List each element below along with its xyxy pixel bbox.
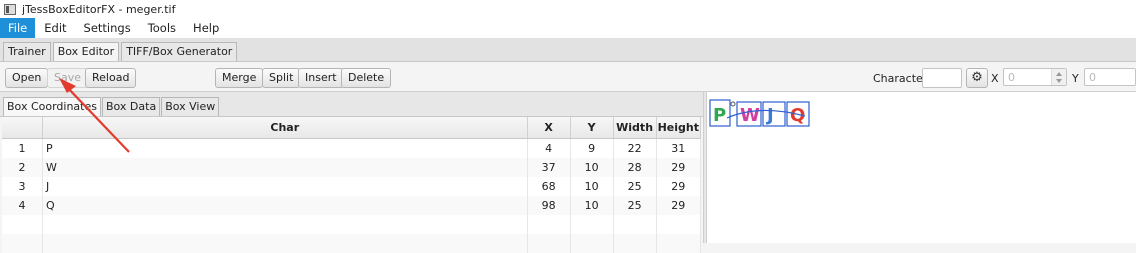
header-x[interactable]: X (527, 117, 571, 139)
preview-letter: J (765, 105, 774, 126)
cell-x[interactable]: 4 (527, 138, 571, 158)
menu-settings[interactable]: Settings (76, 18, 139, 38)
row-number: 2 (2, 158, 43, 177)
cell-x[interactable]: 68 (527, 177, 571, 196)
x-spinner-arrows[interactable] (1051, 69, 1066, 85)
x-value: 0 (1008, 71, 1015, 84)
cell-y[interactable]: 10 (570, 158, 614, 177)
cell-x[interactable]: 37 (527, 158, 571, 177)
x-label: X (991, 72, 999, 85)
tab-box-coordinates[interactable]: Box Coordinates (3, 97, 101, 116)
window-title: jTessBoxEditorFX - meger.tif (22, 2, 176, 16)
row-number: 1 (2, 138, 43, 158)
merge-button[interactable]: Merge (215, 68, 264, 88)
header-height[interactable]: Height (656, 117, 702, 139)
row-number: 3 (2, 177, 43, 196)
preview-letter: W (740, 105, 760, 126)
cell-char[interactable]: J (42, 177, 528, 196)
table-row[interactable]: 2 W 37 10 28 29 (2, 158, 702, 177)
image-view-pane: P W J Q (707, 92, 1136, 243)
cell-x[interactable]: 98 (527, 196, 571, 215)
cell-width[interactable]: 25 (613, 196, 657, 215)
y-value: 0 (1089, 71, 1096, 84)
app-icon (4, 3, 16, 15)
character-label: Character (873, 72, 928, 85)
y-label: Y (1072, 72, 1079, 85)
main-tab-bar: Trainer Box Editor TIFF/Box Generator (0, 39, 1136, 62)
header-width[interactable]: Width (613, 117, 657, 139)
menu-tools[interactable]: Tools (140, 18, 184, 38)
cell-width[interactable]: 28 (613, 158, 657, 177)
menu-bar: File Edit Settings Tools Help (0, 18, 1136, 39)
menu-file[interactable]: File (0, 18, 36, 38)
cell-y[interactable]: 10 (570, 196, 614, 215)
save-button[interactable]: Save (47, 68, 89, 88)
character-input[interactable] (922, 68, 962, 88)
table-row-empty (2, 234, 702, 253)
header-char[interactable]: Char (42, 117, 528, 139)
split-button[interactable]: Split (262, 68, 301, 88)
insert-button[interactable]: Insert (298, 68, 344, 88)
box-coordinates-table: Char X Y Width Height 1 P 4 9 22 31 2 W … (2, 117, 702, 253)
cell-y[interactable]: 10 (570, 177, 614, 196)
captcha-image[interactable]: P W J Q (709, 98, 811, 130)
cell-height[interactable]: 29 (656, 177, 702, 196)
cell-height[interactable]: 31 (656, 138, 702, 158)
table-row[interactable]: 3 J 68 10 25 29 (2, 177, 702, 196)
cell-width[interactable]: 22 (613, 138, 657, 158)
table-row-empty (2, 215, 702, 234)
preview-letter: P (713, 105, 726, 126)
header-row-number[interactable] (2, 117, 43, 139)
toolbar: Open Save Reload Merge Split Insert Dele… (0, 63, 1136, 92)
table-row[interactable]: 1 P 4 9 22 31 (2, 138, 702, 158)
sub-tab-bar: Box Coordinates Box Data Box View (0, 92, 703, 117)
cell-char[interactable]: Q (42, 196, 528, 215)
cell-char[interactable]: P (42, 138, 528, 158)
row-number: 4 (2, 196, 43, 215)
cell-width[interactable]: 25 (613, 177, 657, 196)
open-button[interactable]: Open (5, 68, 49, 88)
cell-height[interactable]: 29 (656, 196, 702, 215)
y-spinner[interactable]: 0 (1084, 68, 1136, 86)
tab-box-data[interactable]: Box Data (101, 97, 161, 116)
tab-tiff-box-generator[interactable]: TIFF/Box Generator (121, 42, 238, 61)
cell-height[interactable]: 29 (656, 158, 702, 177)
menu-help[interactable]: Help (185, 18, 227, 38)
reload-button[interactable]: Reload (85, 68, 137, 88)
tab-trainer[interactable]: Trainer (3, 42, 51, 61)
title-bar: jTessBoxEditorFX - meger.tif (0, 0, 1136, 18)
gear-icon[interactable]: ⚙ (966, 68, 988, 88)
x-spinner[interactable]: 0 (1003, 68, 1067, 86)
tab-box-editor[interactable]: Box Editor (52, 42, 120, 61)
box-editor-left-pane: Box Coordinates Box Data Box View Char X… (0, 92, 703, 253)
delete-button[interactable]: Delete (341, 68, 392, 88)
cell-char[interactable]: W (42, 158, 528, 177)
header-y[interactable]: Y (570, 117, 614, 139)
cell-y[interactable]: 9 (570, 138, 614, 158)
tab-box-view[interactable]: Box View (161, 97, 220, 116)
table-row[interactable]: 4 Q 98 10 25 29 (2, 196, 702, 215)
menu-edit[interactable]: Edit (36, 18, 74, 38)
